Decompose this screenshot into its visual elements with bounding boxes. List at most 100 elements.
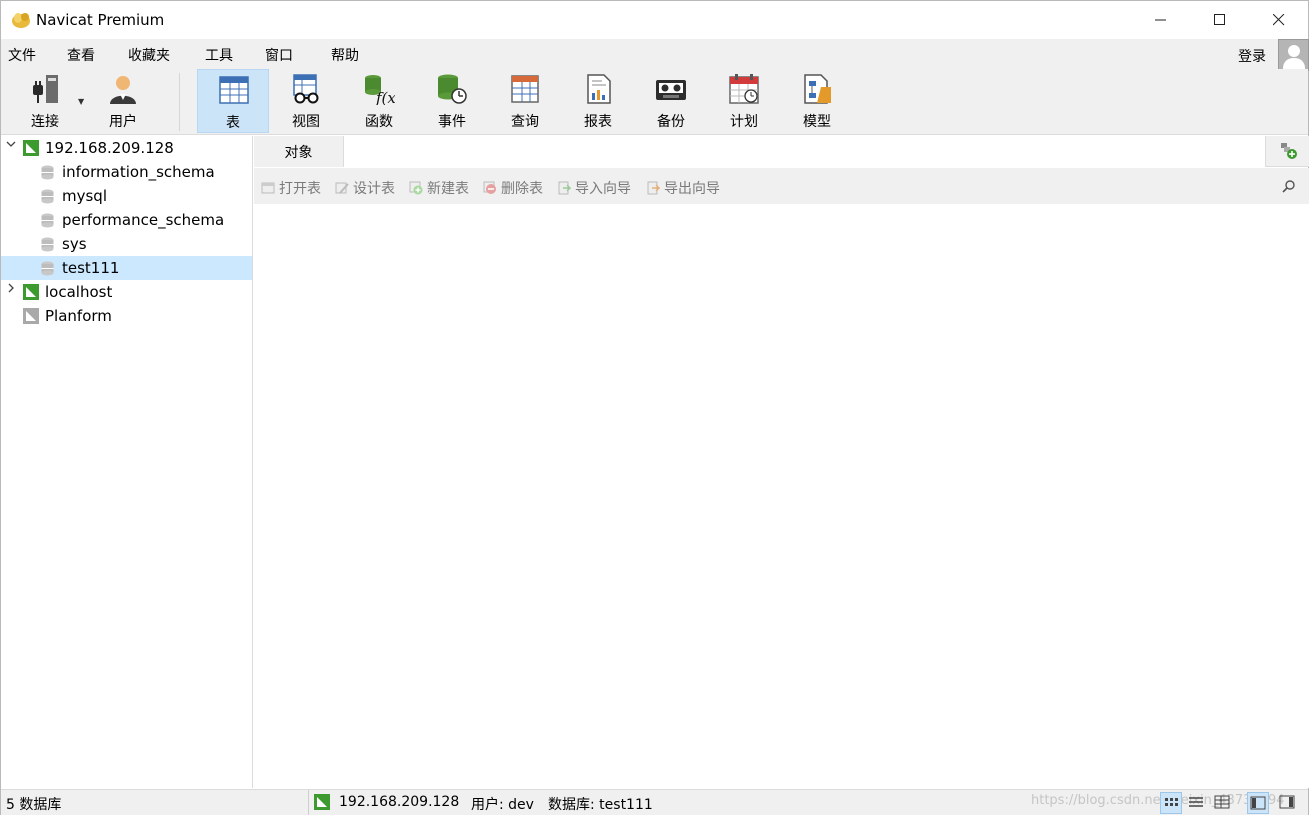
- open-table-icon: [261, 182, 275, 194]
- tool-view-label: 视图: [292, 114, 320, 130]
- menu-tools[interactable]: 工具: [205, 45, 233, 65]
- model-icon: [804, 74, 831, 104]
- avatar-head-shape: [1288, 45, 1300, 57]
- menu-favorites[interactable]: 收藏夹: [128, 45, 170, 65]
- tool-table[interactable]: 表: [197, 69, 269, 133]
- mysql-connection-icon: [23, 284, 39, 300]
- report-icon: [587, 74, 611, 104]
- new-table-icon: [409, 181, 423, 195]
- main-toolbar: 连接 ▼ 用户 表 视图 f(函数 事件 查询 报表 备份 计划 模型: [1, 69, 1308, 135]
- list-view-button[interactable]: [1186, 792, 1208, 814]
- tool-event-label: 事件: [438, 114, 466, 130]
- close-icon: [1273, 14, 1285, 26]
- tool-view[interactable]: 视图: [270, 69, 342, 133]
- import-icon: [558, 181, 571, 195]
- tool-report[interactable]: 报表: [562, 69, 634, 133]
- import-wizard-label: 导入向导: [575, 181, 631, 197]
- user-label: 用户: [109, 114, 137, 130]
- database-icon: [41, 213, 54, 228]
- new-tab-button[interactable]: [1266, 136, 1308, 167]
- menu-view[interactable]: 查看: [67, 45, 95, 65]
- minimize-icon: [1155, 19, 1166, 21]
- object-list-area[interactable]: [257, 204, 1309, 788]
- import-wizard-button[interactable]: 导入向导: [557, 178, 631, 198]
- minimize-button[interactable]: [1131, 1, 1191, 39]
- tool-event[interactable]: 事件: [416, 69, 488, 133]
- tool-function[interactable]: f(x) 函数: [343, 69, 415, 133]
- left-pane-icon: [1250, 796, 1266, 810]
- status-connection: 192.168.209.128: [339, 794, 460, 810]
- design-table-icon: [335, 182, 349, 194]
- database-icon: [41, 165, 54, 180]
- status-divider: [308, 790, 309, 815]
- menu-window[interactable]: 窗口: [265, 45, 293, 65]
- list-view-icon: [1189, 797, 1203, 807]
- maximize-button[interactable]: [1190, 1, 1250, 39]
- search-icon[interactable]: [1281, 179, 1297, 195]
- connect-dropdown-arrow-icon[interactable]: ▼: [78, 97, 84, 106]
- tree-db-label: performance_schema: [62, 211, 225, 229]
- tool-query[interactable]: 查询: [489, 69, 561, 133]
- window-title: Navicat Premium: [36, 11, 165, 29]
- new-table-button[interactable]: 新建表: [409, 178, 469, 198]
- close-button[interactable]: [1249, 1, 1309, 39]
- tool-model-label: 模型: [803, 114, 831, 130]
- avatar[interactable]: [1278, 39, 1309, 71]
- query-icon: [511, 75, 539, 103]
- export-wizard-button[interactable]: 导出向导: [646, 178, 720, 198]
- tree-connection-localhost[interactable]: localhost: [1, 280, 252, 304]
- tool-table-label: 表: [226, 115, 240, 131]
- plug-icon: [33, 75, 58, 103]
- tree-db-label: sys: [62, 235, 87, 253]
- collapse-arrow-icon[interactable]: [6, 283, 16, 296]
- tree-db-performance-schema[interactable]: performance_schema: [1, 208, 252, 232]
- connect-button[interactable]: 连接: [9, 69, 81, 133]
- database-icon: [41, 237, 54, 252]
- user-button[interactable]: 用户: [87, 69, 159, 133]
- expand-arrow-icon[interactable]: [6, 139, 16, 152]
- navicat-logo-icon: [12, 13, 30, 28]
- export-wizard-label: 导出向导: [664, 181, 720, 197]
- tree-db-label: mysql: [62, 187, 107, 205]
- grid-view-button[interactable]: [1160, 792, 1182, 814]
- tree-connection-planform[interactable]: Planform: [1, 304, 252, 328]
- object-tab-bar: 对象: [254, 136, 1309, 167]
- connection-tree: 192.168.209.128 information_schema mysql: [1, 136, 253, 788]
- tool-model[interactable]: 模型: [781, 69, 853, 133]
- tree-db-information-schema[interactable]: information_schema: [1, 160, 252, 184]
- menu-file[interactable]: 文件: [8, 45, 36, 65]
- design-table-button[interactable]: 设计表: [335, 178, 395, 198]
- backup-tape-icon: [656, 80, 686, 100]
- delete-table-button[interactable]: 删除表: [483, 178, 543, 198]
- toggle-right-pane-button[interactable]: [1277, 792, 1299, 814]
- menu-bar: 文件 查看 收藏夹 工具 窗口 帮助 登录: [1, 39, 1309, 71]
- connect-label: 连接: [31, 114, 59, 130]
- tool-schedule[interactable]: 计划: [708, 69, 780, 133]
- tree-db-sys[interactable]: sys: [1, 232, 252, 256]
- user-icon: [110, 76, 136, 104]
- object-toolbar: 打开表 设计表 新建表 删除表 导入向导 导出向导: [254, 168, 1309, 204]
- grid-view-icon: [1165, 798, 1178, 806]
- tree-db-mysql[interactable]: mysql: [1, 184, 252, 208]
- tree-connection-label: 192.168.209.128: [45, 139, 174, 157]
- tool-backup[interactable]: 备份: [635, 69, 707, 133]
- tree-db-test111[interactable]: test111: [1, 256, 252, 280]
- svg-text:f(x): f(x): [375, 89, 395, 105]
- design-table-label: 设计表: [353, 181, 395, 197]
- delete-table-icon: [483, 181, 496, 194]
- tree-connection-192-168-209-128[interactable]: 192.168.209.128: [1, 136, 252, 160]
- status-bar: 5 数据库 192.168.209.128 用户: dev 数据库: test1…: [1, 789, 1308, 815]
- tab-objects[interactable]: 对象: [254, 136, 343, 167]
- tab-strip-empty: [343, 136, 1266, 167]
- open-table-button[interactable]: 打开表: [261, 178, 321, 198]
- export-icon: [647, 181, 660, 195]
- login-link[interactable]: 登录: [1238, 46, 1266, 66]
- menu-help[interactable]: 帮助: [331, 45, 359, 65]
- database-icon: [41, 261, 54, 276]
- detail-view-button[interactable]: [1212, 792, 1234, 814]
- tree-connection-label: localhost: [45, 283, 113, 301]
- right-pane-icon: [1279, 795, 1295, 809]
- toggle-left-pane-button[interactable]: [1247, 792, 1269, 814]
- title-bar: Navicat Premium: [1, 1, 1308, 39]
- mysql-connection-disconnected-icon: [23, 308, 39, 324]
